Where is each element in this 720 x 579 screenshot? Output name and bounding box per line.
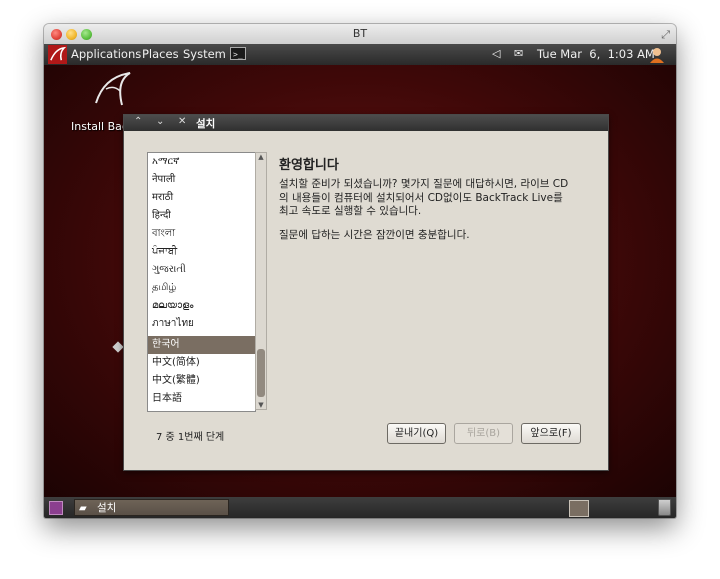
terminal-icon[interactable]: >_ xyxy=(230,47,246,60)
installer-dialog: ⌃ ⌄ ✕ 설치 አማርኛ नेपाली मराठी हिन्दी বাংলা … xyxy=(123,114,609,471)
install-launcher-label[interactable]: Install Bac xyxy=(71,120,128,133)
welcome-heading: 환영합니다 xyxy=(279,158,339,173)
language-item[interactable]: 中文(繁體) xyxy=(148,372,255,390)
welcome-text: 설치할 준비가 되셨습니까? 몇가지 질문에 대답하시면, 라이브 CD 의 내… xyxy=(279,178,594,219)
language-item[interactable]: ગુજરાતી xyxy=(148,261,255,279)
dialog-title: 설치 xyxy=(196,118,216,130)
language-scrollbar[interactable]: ▲ ▼ xyxy=(255,152,267,410)
close-icon[interactable]: ✕ xyxy=(178,116,186,127)
language-item[interactable]: മലയാളം xyxy=(148,297,255,315)
volume-icon[interactable]: ◁ xyxy=(492,47,500,60)
language-item[interactable]: मराठी xyxy=(148,189,255,207)
workspace-switcher[interactable] xyxy=(569,500,589,517)
menu-system[interactable]: System xyxy=(183,47,226,61)
desktop: Install Bac ⌃ ⌄ ✕ 설치 አማርኛ नेपाली मराठी ह… xyxy=(44,65,676,497)
welcome-note: 질문에 답하는 시간은 잠깐이면 충분합니다. xyxy=(279,229,470,241)
language-item[interactable]: বাংলা xyxy=(148,225,255,243)
top-panel: Applications Places System >_ ◁ ✉ Tue Ma… xyxy=(44,44,676,65)
desktop-decoration xyxy=(112,341,124,353)
bottom-panel: ▰ 설치 xyxy=(44,497,676,518)
quit-button[interactable]: 끝내기(Q) xyxy=(387,423,446,444)
chevron-up-icon[interactable]: ⌃ xyxy=(134,116,142,127)
language-item[interactable]: 中文(简体) xyxy=(148,354,255,372)
clock[interactable]: Tue Mar 6, 1:03 AM xyxy=(537,47,655,61)
step-indicator: 7 중 1번째 단계 xyxy=(156,432,225,443)
trash-icon[interactable] xyxy=(658,499,671,516)
language-item[interactable]: हिन्दी xyxy=(148,207,255,225)
show-desktop-icon[interactable] xyxy=(49,501,63,515)
mac-titlebar: BT ⤢ xyxy=(44,24,676,45)
backtrack-dragon-icon[interactable] xyxy=(92,67,136,109)
scroll-down-arrow-icon[interactable]: ▼ xyxy=(256,401,266,409)
welcome-text-line: 설치할 준비가 되셨습니까? 몇가지 질문에 대답하시면, 라이브 CD xyxy=(279,178,569,190)
menu-applications[interactable]: Applications xyxy=(71,47,141,61)
scrollbar-thumb[interactable] xyxy=(257,349,265,397)
mail-icon[interactable]: ✉ xyxy=(514,47,523,60)
chevron-down-icon[interactable]: ⌄ xyxy=(156,116,164,127)
installer-icon: ▰ xyxy=(79,503,87,514)
taskbar-entry-label: 설치 xyxy=(97,502,117,514)
taskbar-installer-entry[interactable]: ▰ 설치 xyxy=(74,499,229,516)
back-button[interactable]: 뒤로(B) xyxy=(454,423,513,444)
user-icon[interactable] xyxy=(648,46,666,64)
welcome-text-line: 의 내용들이 컴퓨터에 설치되어서 CD없이도 BackTrack Live를 xyxy=(279,191,563,204)
language-item[interactable]: தமிழ் xyxy=(148,279,255,297)
language-list[interactable]: አማርኛ नेपाली मराठी हिन्दी বাংলা ਪੰਜਾਬੀ ગુ… xyxy=(147,152,256,412)
mac-window: BT ⤢ Applications Places System >_ ◁ ✉ T… xyxy=(44,24,676,518)
window-title: BT xyxy=(352,27,368,40)
language-item[interactable]: አማርኛ xyxy=(148,153,255,171)
language-item[interactable]: ภาษาไทย xyxy=(148,315,255,333)
language-item[interactable]: 日本語 xyxy=(148,390,255,408)
language-item[interactable]: नेपाली xyxy=(148,171,255,189)
scroll-up-arrow-icon[interactable]: ▲ xyxy=(256,153,266,161)
forward-button[interactable]: 앞으로(F) xyxy=(521,423,581,444)
fullscreen-icon[interactable]: ⤢ xyxy=(661,28,670,42)
language-item[interactable]: ਪੰਜਾਬੀ xyxy=(148,243,255,261)
dialog-titlebar[interactable]: ⌃ ⌄ ✕ 설치 xyxy=(124,115,608,131)
menu-places[interactable]: Places xyxy=(142,47,179,61)
welcome-text-line: 최고 속도로 실행할 수 있습니다. xyxy=(279,205,422,217)
language-item-selected[interactable]: 한국어 xyxy=(148,336,255,354)
backtrack-dragon-icon[interactable] xyxy=(48,45,67,64)
